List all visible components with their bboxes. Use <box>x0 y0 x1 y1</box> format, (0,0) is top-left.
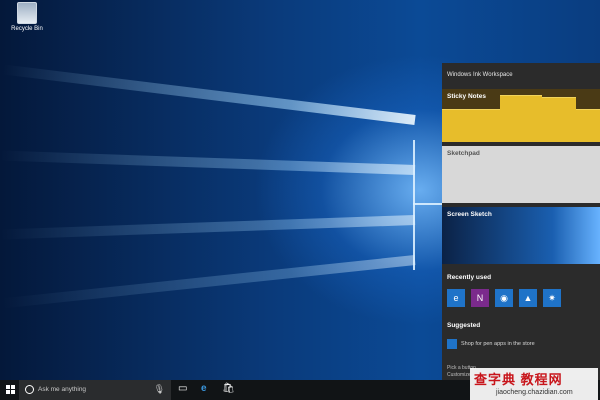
screen-sketch-tile[interactable]: Screen Sketch <box>442 207 600 264</box>
sketchpad-tile[interactable]: Sketchpad <box>442 146 600 203</box>
maps-icon[interactable]: ◉ <box>495 289 513 307</box>
onenote-icon[interactable]: N <box>471 289 489 307</box>
sticky-note <box>500 95 542 142</box>
edge-icon[interactable]: e <box>201 383 207 394</box>
task-view-icon[interactable]: ▭ <box>178 383 187 394</box>
sticky-note <box>442 109 500 142</box>
tips-icon[interactable]: ✷ <box>543 289 561 307</box>
recently-used-heading: Recently used <box>447 274 492 281</box>
search-box[interactable]: Ask me anything 🎙 <box>19 380 171 400</box>
pen-settings-customize[interactable]: Customize <box>447 372 471 378</box>
recycle-bin-label: Recycle Bin <box>11 26 43 32</box>
recycle-bin[interactable]: Recycle Bin <box>4 2 50 32</box>
store-icon <box>447 339 457 349</box>
screen-sketch-label: Screen Sketch <box>447 211 492 218</box>
sketchpad-label: Sketchpad <box>447 150 480 157</box>
light-beam <box>1 255 416 309</box>
edge-icon[interactable]: e <box>447 289 465 307</box>
light-beam <box>2 64 416 125</box>
site-watermark: 查字典 教程网 jiaocheng.chazidian.com <box>470 368 598 400</box>
recycle-bin-icon <box>17 2 37 24</box>
suggested-heading: Suggested <box>447 322 481 329</box>
ink-workspace-title: Windows Ink Workspace <box>447 72 513 78</box>
sticky-notes-label: Sticky Notes <box>447 93 487 100</box>
cortana-icon <box>25 385 34 394</box>
window-pane-edge <box>413 203 442 205</box>
light-beam <box>0 150 416 175</box>
store-icon[interactable]: 🛍 <box>222 383 235 394</box>
sticky-notes-tile[interactable]: Sticky Notes <box>442 89 600 142</box>
sticky-note <box>576 109 600 142</box>
light-beam <box>0 215 416 240</box>
window-pane-edge <box>413 140 415 270</box>
microphone-icon[interactable]: 🎙 <box>154 384 165 395</box>
search-placeholder: Ask me anything <box>38 386 87 393</box>
sticky-note <box>542 97 576 142</box>
start-icon[interactable] <box>6 385 16 395</box>
watermark-brand: 查字典 教程网 <box>474 372 563 387</box>
recent-apps: e N ◉ ▲ ✷ <box>447 289 561 307</box>
suggestion-link[interactable]: Shop for pen apps in the store <box>461 341 535 347</box>
ink-workspace-panel: Windows Ink Workspace Sticky Notes Sketc… <box>442 63 600 380</box>
watermark-url: jiaocheng.chazidian.com <box>496 389 573 396</box>
photos-icon[interactable]: ▲ <box>519 289 537 307</box>
